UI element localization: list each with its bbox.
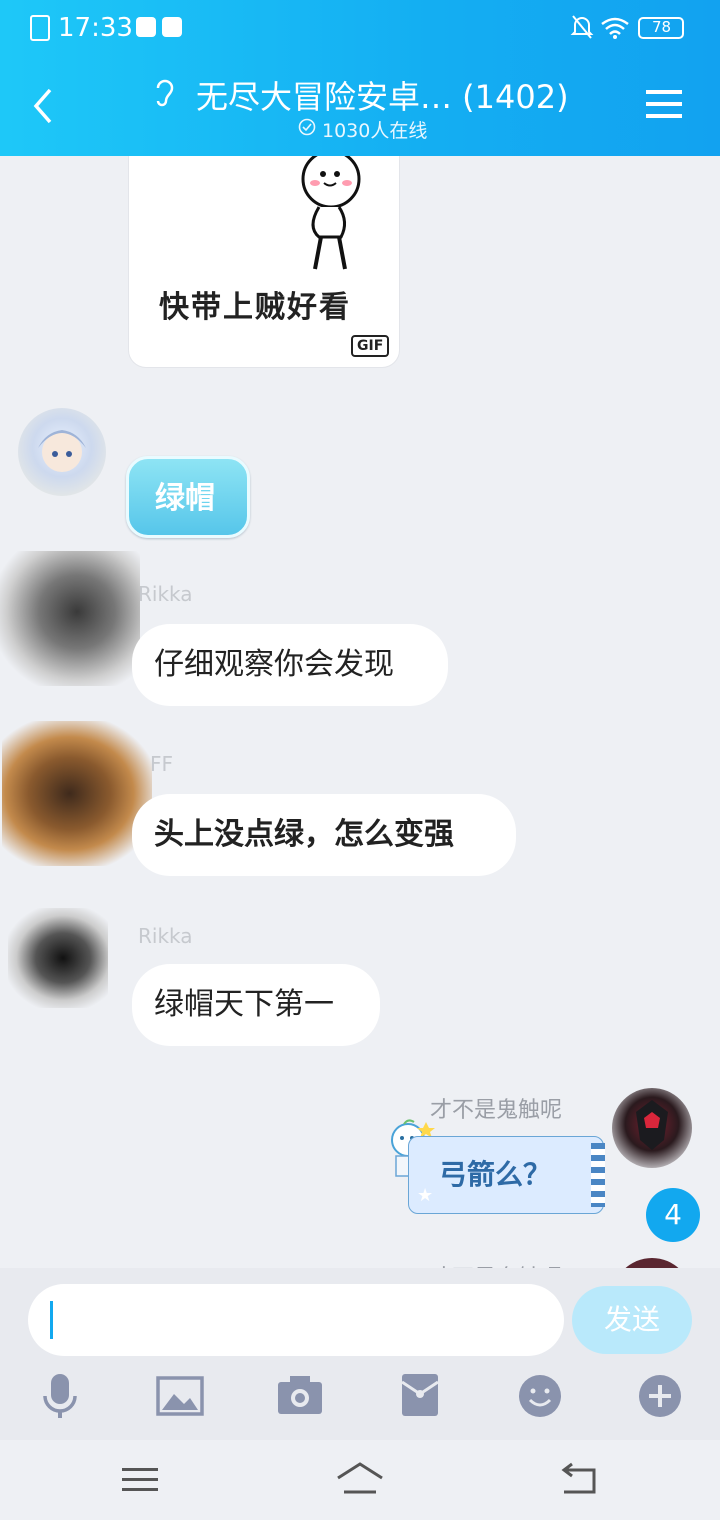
voice-button[interactable] xyxy=(40,1372,80,1422)
alipay-icon xyxy=(136,17,156,37)
message-bubble[interactable]: 绿帽 xyxy=(126,456,250,538)
message-text: 仔细观察你会发现 xyxy=(154,647,394,682)
home-icon[interactable] xyxy=(336,1460,384,1496)
send-label: 发送 xyxy=(603,1303,660,1336)
sender-name: Rikka xyxy=(138,582,193,606)
sim-icon xyxy=(30,15,50,41)
avatar[interactable] xyxy=(612,1088,692,1168)
message-bubble[interactable]: 头上没点绿，怎么变强 xyxy=(132,794,516,876)
mic-icon xyxy=(43,1374,77,1418)
back-nav-icon[interactable] xyxy=(560,1462,598,1496)
input-bar: 发送 xyxy=(0,1268,720,1440)
avatar[interactable] xyxy=(8,908,108,1008)
text-cursor xyxy=(50,1301,53,1339)
stickman-figure xyxy=(301,156,361,270)
message-input[interactable] xyxy=(28,1284,564,1356)
online-count: 1030人在线 xyxy=(322,120,428,142)
message-text: 绿帽天下第一 xyxy=(154,987,334,1022)
more-button[interactable] xyxy=(638,1374,682,1418)
sender-name: 才不是鬼触呢 xyxy=(430,1098,563,1123)
group-title: 无尽大冒险安卓… (1402) xyxy=(196,78,569,116)
avatar[interactable] xyxy=(0,551,140,686)
red-packet-icon xyxy=(401,1374,439,1416)
avatar[interactable] xyxy=(2,721,152,866)
mute-bell-icon xyxy=(570,15,594,39)
sender-name: 才不是鬼触呢 xyxy=(430,1260,562,1268)
send-button[interactable]: 发送 xyxy=(572,1286,692,1354)
emoji-button[interactable] xyxy=(518,1374,562,1418)
message-text: 绿帽 xyxy=(155,481,215,516)
wifi-icon xyxy=(601,17,629,39)
message-bubble[interactable]: 绿帽天下第一 xyxy=(132,964,380,1046)
unread-badge[interactable]: 4 xyxy=(646,1188,700,1242)
chat-area[interactable]: 快带上贼好看 GIF 绿帽 Rikka 仔细观察你会发现 FF 头上没点绿，怎么… xyxy=(0,156,720,1268)
avatar[interactable] xyxy=(18,408,106,496)
message-bubble[interactable]: 仔细观察你会发现 xyxy=(132,624,448,706)
anime-avatar-art xyxy=(38,430,86,472)
camera-icon xyxy=(278,1376,322,1414)
emoji-icon xyxy=(519,1375,561,1417)
menu-icon[interactable] xyxy=(646,88,682,120)
gif-sticker[interactable]: 快带上贼好看 GIF xyxy=(128,156,400,368)
chat-header: 17:33 78 无尽大冒险安卓… (1402) 1030人在线 xyxy=(0,0,720,156)
sticker-caption: 快带上贼好看 xyxy=(159,290,351,325)
plus-icon xyxy=(639,1375,681,1417)
avatar[interactable] xyxy=(612,1258,692,1268)
image-button[interactable] xyxy=(156,1376,204,1416)
red-packet-button[interactable] xyxy=(400,1372,440,1418)
unread-count: 4 xyxy=(664,1198,682,1231)
status-time: 17:33 xyxy=(58,13,133,43)
recents-icon[interactable] xyxy=(122,1466,158,1494)
star-decoration: ★ xyxy=(417,1185,434,1206)
camera-button[interactable] xyxy=(276,1374,324,1416)
battery-level: 78 xyxy=(652,18,672,36)
back-icon[interactable] xyxy=(30,86,56,126)
battery-icon: 78 xyxy=(638,17,684,39)
sender-name: FF xyxy=(150,752,174,776)
online-check-icon xyxy=(298,118,316,136)
message-icon xyxy=(162,17,182,37)
armor-avatar-art xyxy=(636,1100,668,1150)
gif-badge: GIF xyxy=(351,335,390,357)
message-text: 弓箭么？ xyxy=(439,1158,552,1191)
listen-mode-icon[interactable] xyxy=(152,76,178,110)
bubble-stripes xyxy=(591,1143,605,1207)
image-icon xyxy=(156,1376,204,1416)
message-bubble[interactable]: 弓箭么？ ★ xyxy=(408,1136,605,1214)
system-nav-bar xyxy=(0,1440,720,1520)
sender-name: Rikka xyxy=(138,924,193,948)
message-text: 头上没点绿，怎么变强 xyxy=(154,817,454,852)
